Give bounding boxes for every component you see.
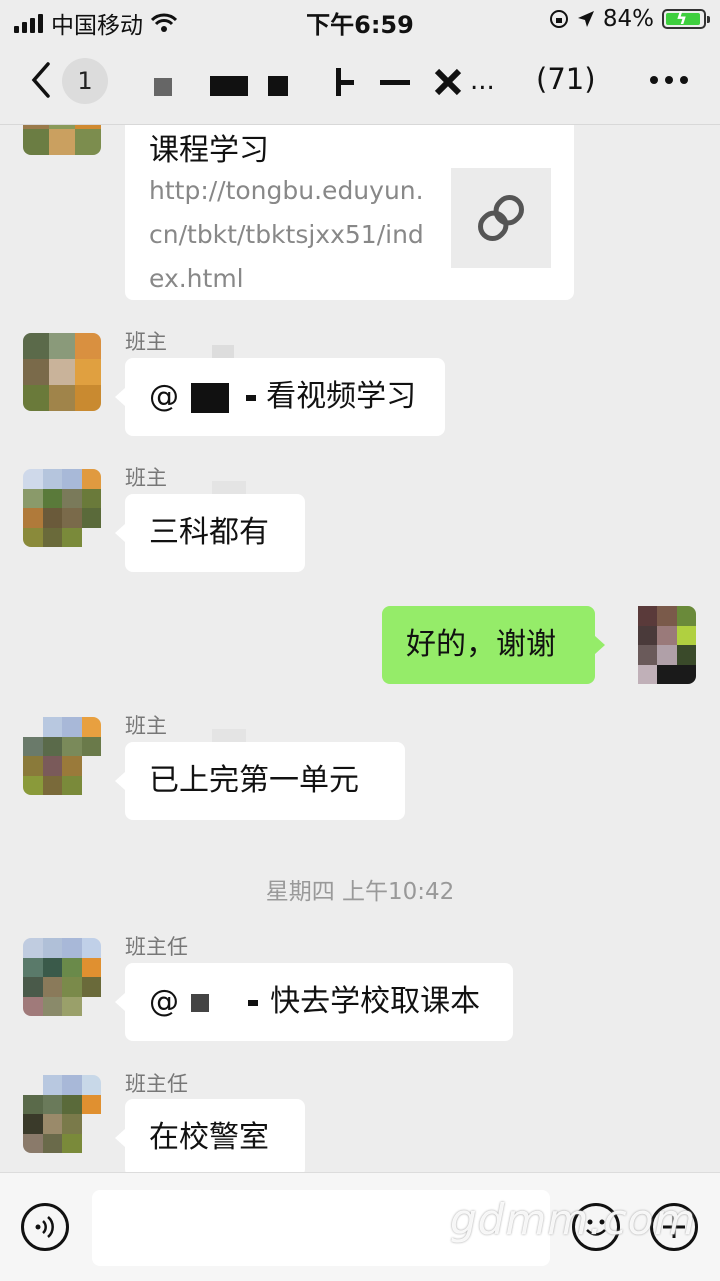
- voice-input-icon[interactable]: [21, 1203, 69, 1251]
- mention-at: @: [149, 984, 179, 1019]
- link-card-message[interactable]: 课程学习 http://tongbu.eduyun.cn/tbkt/tbktsj…: [125, 125, 574, 300]
- avatar[interactable]: [23, 469, 101, 547]
- avatar[interactable]: [23, 125, 101, 155]
- my-message-bubble[interactable]: 好的，谢谢: [382, 606, 605, 684]
- mention-at: @: [149, 379, 179, 414]
- link-thumbnail: [451, 168, 551, 268]
- link-card-title: 课程学习: [149, 133, 269, 168]
- my-avatar[interactable]: [618, 606, 696, 684]
- watermark: gdmm.com: [450, 1195, 697, 1244]
- sender-name: 班主: [125, 330, 167, 354]
- message-text: 三科都有: [149, 515, 269, 550]
- battery-percent: 84%: [602, 6, 654, 32]
- message-bubble[interactable]: 已上完第一单元: [115, 742, 405, 820]
- avatar[interactable]: [23, 333, 101, 411]
- link-card-url: http://tongbu.eduyun.cn/tbkt/tbktsjxx51/…: [149, 176, 424, 293]
- sender-name: 班主任: [125, 935, 188, 959]
- message-text: 快去学校取课本: [270, 984, 481, 1019]
- message-bubble[interactable]: 在校警室: [115, 1099, 305, 1172]
- message-list[interactable]: 课程学习 http://tongbu.eduyun.cn/tbkt/tbktsj…: [0, 125, 720, 1172]
- group-name-redacted[interactable]: ...: [150, 60, 500, 104]
- message-text: 好的，谢谢: [406, 627, 556, 662]
- unread-count-badge[interactable]: 1: [62, 58, 108, 104]
- redacted-mark: [248, 999, 259, 1006]
- message-bubble[interactable]: @ 看视频学习: [115, 358, 445, 436]
- location-icon: [577, 11, 594, 27]
- link-icon: [478, 195, 524, 241]
- sender-name: 班主: [125, 714, 167, 738]
- more-icon[interactable]: [650, 76, 688, 84]
- timestamp: 星期四 上午10:42: [265, 879, 455, 905]
- message-bubble[interactable]: @ 快去学校取课本: [115, 963, 513, 1041]
- message-text: 已上完第一单元: [149, 763, 359, 798]
- message-text: 在校警室: [149, 1120, 269, 1155]
- avatar[interactable]: [23, 1075, 101, 1153]
- avatar[interactable]: [23, 717, 101, 795]
- sender-name: 班主: [125, 466, 167, 490]
- member-count: (71): [536, 62, 596, 96]
- status-bar: 中国移动 下午6:59 84% ϟ: [0, 0, 720, 40]
- message-text: 看视频学习: [266, 379, 417, 414]
- chat-header: 1 ... (71): [0, 40, 720, 125]
- battery-icon: ϟ: [662, 9, 710, 29]
- rotation-lock-icon: [549, 10, 568, 28]
- message-bubble[interactable]: 三科都有: [115, 494, 305, 572]
- redacted-name: [190, 993, 209, 1012]
- sender-name: 班主任: [125, 1072, 188, 1096]
- redacted-mark: [246, 394, 257, 401]
- avatar[interactable]: [23, 938, 101, 1016]
- title-ellipsis: ...: [470, 66, 495, 96]
- redacted-name: [190, 382, 229, 413]
- back-arrow-icon[interactable]: [26, 60, 56, 100]
